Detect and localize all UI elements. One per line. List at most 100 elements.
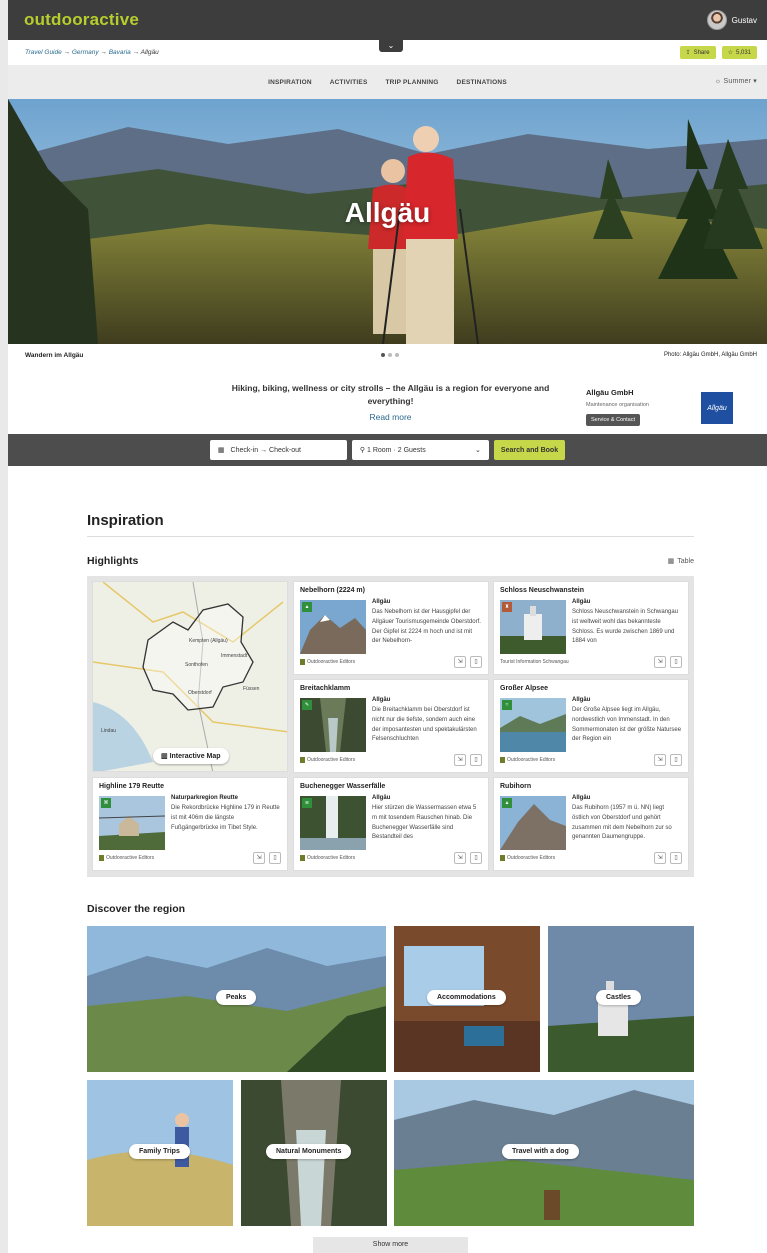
card-image[interactable]: ✎ <box>300 698 366 752</box>
card-title[interactable]: Nebelhorn (2224 m) <box>300 587 365 594</box>
rating-button[interactable]: ☆ 5,031 <box>721 46 757 59</box>
add-to-list-icon[interactable]: ⇲ <box>253 852 265 864</box>
highlight-card[interactable]: Rubihorn ▲ Allgäu Das Rubihorn (1957 m ü… <box>493 777 689 871</box>
season-selector[interactable]: ☼ Summer ▾ <box>715 77 757 85</box>
nav-activities[interactable]: ACTIVITIES <box>330 79 368 86</box>
breadcrumb: Travel Guide → Germany → Bavaria → Allgä… <box>25 49 159 56</box>
region-map[interactable]: Kempten (Allgäu) Immenstadt Sonthofen Ob… <box>92 581 288 772</box>
bookmark-icon[interactable]: ▯ <box>269 852 281 864</box>
interactive-map-button[interactable]: ▥ Interactive Map <box>153 748 229 764</box>
tile-label[interactable]: Natural Monuments <box>266 1144 352 1159</box>
card-source: Outdooractive Editors <box>300 855 355 861</box>
interactive-map-label: Interactive Map <box>169 753 221 760</box>
tile-label[interactable]: Family Trips <box>129 1144 190 1159</box>
carousel-dot[interactable] <box>381 353 385 357</box>
card-title[interactable]: Buchenegger Wasserfälle <box>300 783 385 790</box>
breadcrumb-travel-guide[interactable]: Travel Guide <box>25 49 62 56</box>
user-name[interactable]: Gustav <box>732 16 757 25</box>
highlight-card[interactable]: Großer Alpsee ≈ Allgäu Der Große Alpsee … <box>493 679 689 773</box>
tile-castles[interactable]: Castles <box>548 926 694 1072</box>
organisation-box: Allgäu GmbH Maintenance organisation Ser… <box>586 388 649 426</box>
carousel-dot[interactable] <box>395 353 399 357</box>
card-region: Allgäu <box>572 795 591 801</box>
booking-bar: ▦ Check-in → Check-out ⚲ 1 Room · 2 Guest… <box>8 434 767 466</box>
carousel-dot[interactable] <box>388 353 392 357</box>
bookmark-icon[interactable]: ▯ <box>470 656 482 668</box>
nature-icon: ⌘ <box>101 798 111 808</box>
bookmark-icon[interactable]: ▯ <box>670 656 682 668</box>
card-actions: ⇲ ▯ <box>454 656 482 668</box>
intro-text: Hiking, biking, wellness or city strolls… <box>223 382 558 424</box>
highlight-card[interactable]: Breitachklamm ✎ Allgäu Die Breitachklamm… <box>293 679 489 773</box>
organisation-logo[interactable]: Allgäu <box>701 392 733 424</box>
tile-label[interactable]: Travel with a dog <box>502 1144 579 1159</box>
add-to-list-icon[interactable]: ⇲ <box>454 852 466 864</box>
table-view-button[interactable]: ▦ Table <box>668 557 694 566</box>
card-actions: ⇲ ▯ <box>454 754 482 766</box>
tile-family-trips[interactable]: Family Trips <box>87 1080 233 1226</box>
breadcrumb-bavaria[interactable]: Bavaria <box>109 49 131 56</box>
organisation-role: Maintenance organisation <box>586 402 649 408</box>
date-field[interactable]: ▦ Check-in → Check-out <box>209 440 347 460</box>
card-title[interactable]: Highline 179 Reutte <box>99 783 164 790</box>
read-more-link[interactable]: Read more <box>223 411 558 424</box>
carousel-dots[interactable] <box>381 353 399 357</box>
add-to-list-icon[interactable]: ⇲ <box>654 852 666 864</box>
card-source: Outdooractive Editors <box>500 757 555 763</box>
tile-natural-monuments[interactable]: Natural Monuments <box>241 1080 387 1226</box>
card-description: Schloss Neuschwanstein in Schwangau ist … <box>572 609 679 645</box>
nav-inspiration[interactable]: INSPIRATION <box>268 79 312 86</box>
tile-label[interactable]: Accommodations <box>427 990 506 1005</box>
add-to-list-icon[interactable]: ⇲ <box>654 656 666 668</box>
card-image[interactable]: ≈ <box>500 698 566 752</box>
search-and-book-button[interactable]: Search and Book <box>493 440 566 460</box>
bookmark-icon[interactable]: ▯ <box>470 852 482 864</box>
service-contact-button[interactable]: Service & Contact <box>586 414 641 426</box>
add-to-list-icon[interactable]: ⇲ <box>654 754 666 766</box>
card-image[interactable]: ≋ <box>300 796 366 850</box>
card-title[interactable]: Breitachklamm <box>300 685 350 692</box>
highlight-card[interactable]: Schloss Neuschwanstein ♜ Allgäu Schloss … <box>493 581 689 675</box>
avatar[interactable] <box>706 10 727 30</box>
share-button[interactable]: ⇪ Share <box>679 46 716 59</box>
tile-travel-with-dog[interactable]: Travel with a dog <box>394 1080 694 1226</box>
card-title[interactable]: Schloss Neuschwanstein <box>500 587 584 594</box>
breadcrumb-germany[interactable]: Germany <box>72 49 99 56</box>
card-image[interactable]: ♜ <box>500 600 566 654</box>
tile-accommodations[interactable]: Accommodations <box>394 926 540 1072</box>
card-title[interactable]: Großer Alpsee <box>500 685 548 692</box>
card-title[interactable]: Rubihorn <box>500 783 531 790</box>
card-source-label: Outdooractive Editors <box>507 757 556 763</box>
guests-label: 1 Room · 2 Guests <box>367 447 426 454</box>
highlight-card[interactable]: Highline 179 Reutte ⌘ Naturparkregion Re… <box>92 777 288 871</box>
guests-field[interactable]: ⚲ 1 Room · 2 Guests ⌄ <box>351 440 489 460</box>
card-region: Allgäu <box>572 697 591 703</box>
source-icon <box>300 659 305 665</box>
chevron-down-icon[interactable]: ⌄ <box>379 40 403 52</box>
highlight-card[interactable]: Nebelhorn (2224 m) ▲ Allgäu Das Nebelhor… <box>293 581 489 675</box>
card-image[interactable]: ▲ <box>500 796 566 850</box>
bookmark-icon[interactable]: ▯ <box>670 852 682 864</box>
nav-destinations[interactable]: DESTINATIONS <box>457 79 507 86</box>
highlights-header: Highlights ▦ Table <box>87 555 694 567</box>
tile-label[interactable]: Castles <box>596 990 641 1005</box>
highlight-card[interactable]: Buchenegger Wasserfälle ≋ Allgäu Hier st… <box>293 777 489 871</box>
highlights-heading: Highlights <box>87 555 139 567</box>
tile-peaks[interactable]: Peaks <box>87 926 386 1072</box>
lake-icon: ≈ <box>502 700 512 710</box>
nav-trip-planning[interactable]: TRIP PLANNING <box>386 79 439 86</box>
add-to-list-icon[interactable]: ⇲ <box>454 754 466 766</box>
show-more-button[interactable]: Show more <box>313 1237 468 1253</box>
card-source-label: Outdooractive Editors <box>307 757 356 763</box>
card-image[interactable]: ⌘ <box>99 796 165 850</box>
bookmark-icon[interactable]: ▯ <box>470 754 482 766</box>
logo[interactable]: outdooractive <box>24 10 139 30</box>
add-to-list-icon[interactable]: ⇲ <box>454 656 466 668</box>
tile-label[interactable]: Peaks <box>216 990 257 1005</box>
peak-icon: ▲ <box>302 602 312 612</box>
card-image[interactable]: ▲ <box>300 600 366 654</box>
bookmark-icon[interactable]: ▯ <box>670 754 682 766</box>
card-region: Allgäu <box>372 599 391 605</box>
user-menu[interactable]: Gustav <box>706 10 757 30</box>
source-icon <box>99 855 104 861</box>
